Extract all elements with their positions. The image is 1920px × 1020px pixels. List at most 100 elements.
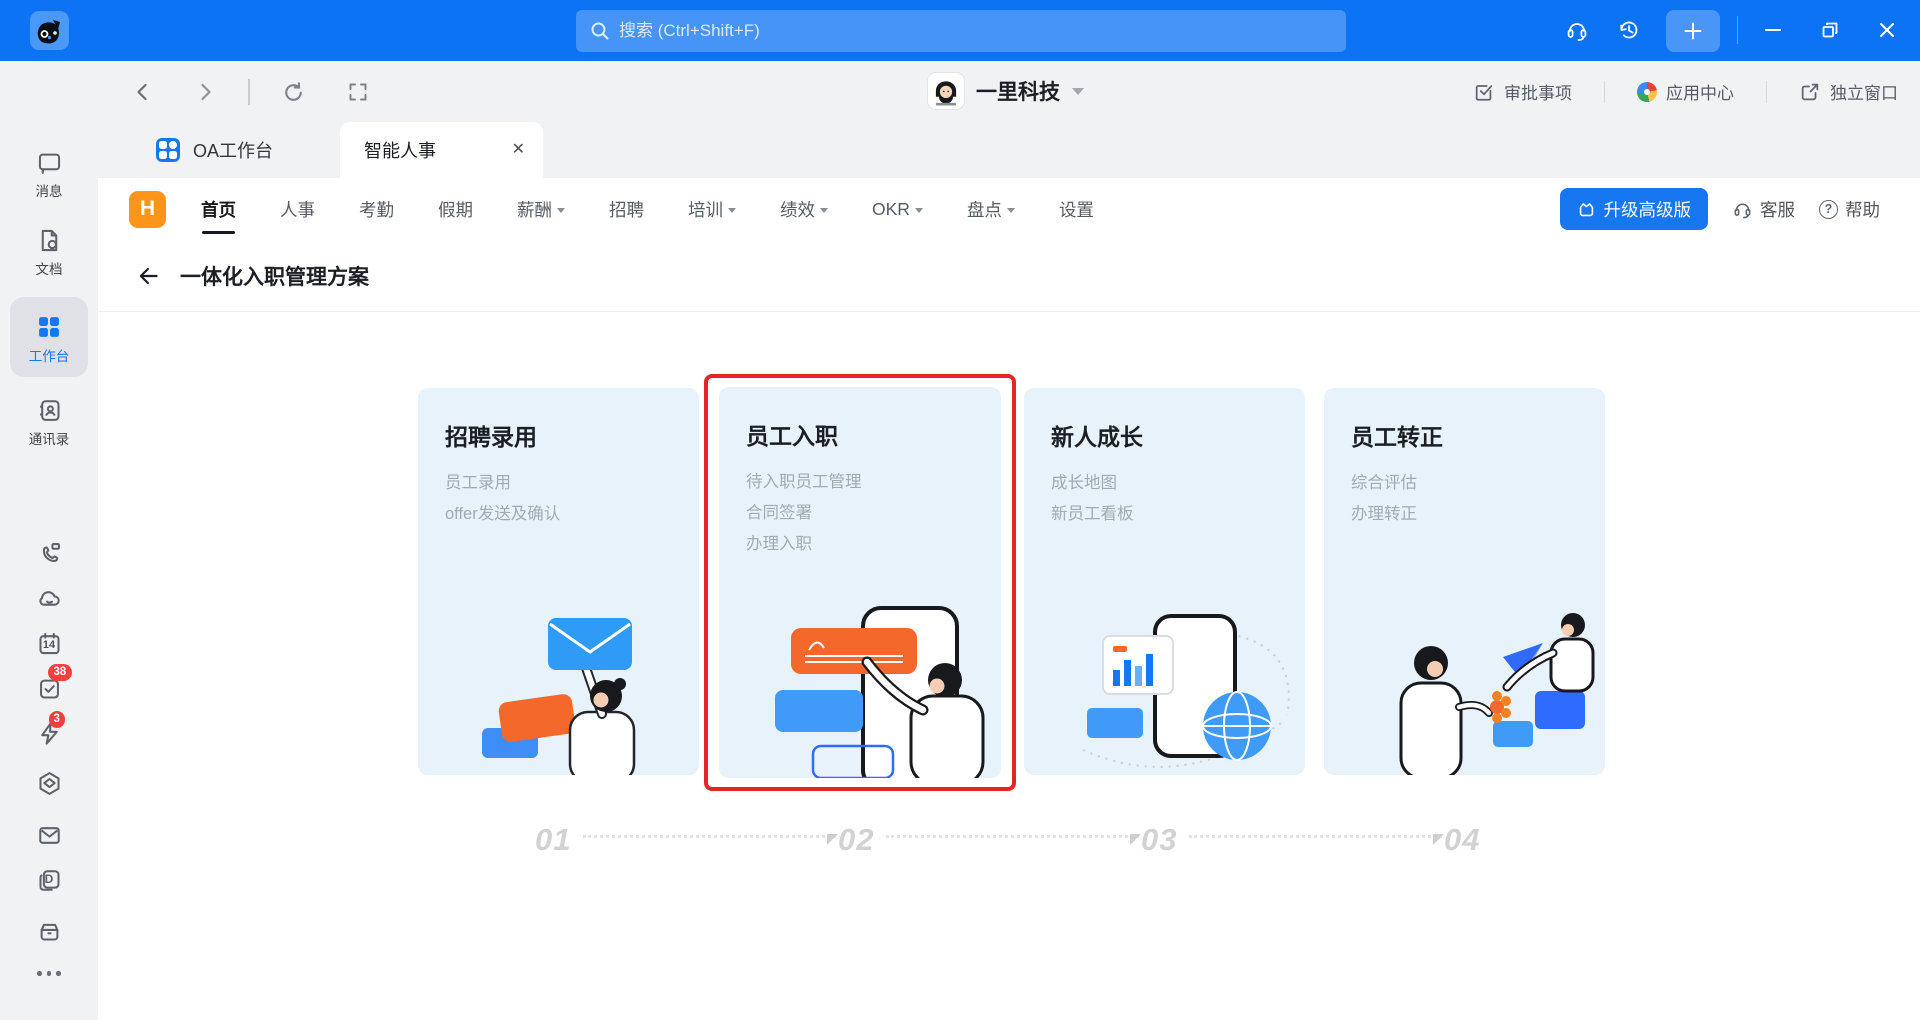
chevron-down-icon (1006, 207, 1015, 217)
org-dropdown-caret (1072, 87, 1084, 101)
onboarding-illustration (775, 606, 985, 778)
search-icon (590, 21, 610, 41)
nav-item-hr[interactable]: 人事 (280, 178, 315, 240)
sidebar-tool-video-call[interactable] (0, 540, 98, 567)
approval-items-link[interactable]: 审批事项 (1467, 79, 1578, 104)
tab-strip: OA工作台 智能人事 ✕ (98, 122, 1920, 178)
upgrade-premium-button[interactable]: 升级高级版 (1559, 188, 1708, 230)
app-center-label: 应用中心 (1666, 84, 1734, 103)
nav-item-okr[interactable]: OKR (872, 178, 923, 240)
sidebar: 消息 文档 工作台 通讯录 14 38 3 D (0, 61, 98, 1020)
back-icon[interactable] (128, 77, 158, 107)
sidebar-tool-projects[interactable] (0, 770, 98, 797)
flash-badge: 3 (48, 711, 65, 728)
sidebar-more-button[interactable] (0, 971, 98, 976)
stack-hexagon-icon (38, 772, 60, 795)
growth-illustration (1082, 614, 1290, 768)
global-search[interactable] (576, 10, 1346, 52)
nav-item-inventory[interactable]: 盘点 (967, 178, 1015, 240)
new-action-button[interactable] (1666, 10, 1720, 52)
sidebar-item-messages[interactable]: 消息 (0, 149, 98, 200)
support-headset-icon (1734, 202, 1751, 218)
sidebar-tool-cloud-disk[interactable] (0, 585, 98, 612)
step-04: 04 (1444, 822, 1481, 857)
back-arrow-icon[interactable] (136, 263, 162, 289)
fullscreen-icon[interactable] (343, 77, 373, 107)
chevron-down-icon (914, 207, 923, 217)
step-connector (583, 834, 838, 845)
close-button[interactable] (1874, 17, 1900, 43)
chevron-down-icon (820, 207, 828, 217)
cloud-icon (38, 591, 60, 606)
hr-app-navbar: H 首页 人事 考勤 假期 薪酬 招聘 培训 绩效 OKR 盘点 设置 升级高级… (98, 178, 1920, 240)
divider (1766, 80, 1767, 103)
sidebar-tool-storage[interactable] (0, 917, 98, 944)
tab-oa-workbench[interactable]: OA工作台 (136, 122, 293, 178)
step-connector (886, 834, 1141, 845)
nav-item-salary[interactable]: 薪酬 (517, 178, 565, 240)
sidebar-tool-dingdocs[interactable]: D (0, 867, 98, 894)
step-connector (1189, 834, 1444, 845)
chevron-down-icon (728, 207, 736, 217)
org-switcher[interactable]: 一里科技 (928, 73, 1084, 109)
card-recruit-hire[interactable]: 招聘录用 员工录用 offer发送及确认 (418, 388, 699, 775)
customer-support-link[interactable]: 客服 (1732, 197, 1795, 222)
forward-icon[interactable] (190, 77, 220, 107)
nav-item-attendance[interactable]: 考勤 (359, 178, 394, 240)
tab-close-icon[interactable]: ✕ (512, 142, 525, 158)
sidebar-tool-calendar[interactable]: 14 (0, 630, 98, 657)
title-bar (0, 0, 1920, 61)
nav-item-leave[interactable]: 假期 (438, 178, 473, 240)
nav-item-settings[interactable]: 设置 (1059, 178, 1094, 240)
workbench-grid-icon (156, 138, 180, 162)
nav-item-home[interactable]: 首页 (201, 178, 236, 240)
sidebar-tool-todo[interactable]: 38 (0, 664, 98, 702)
chevron-down-icon (557, 207, 565, 217)
process-steps: 01 02 03 04 (535, 822, 1725, 858)
sidebar-item-contacts[interactable]: 通讯录 (0, 397, 98, 448)
page-title: 一体化入职管理方案 (180, 265, 369, 289)
sidebar-tool-mail[interactable] (0, 822, 98, 849)
search-input[interactable] (619, 21, 1332, 41)
titlebar-divider (1737, 16, 1738, 44)
mail-icon (38, 827, 60, 844)
tab-smart-hr[interactable]: 智能人事 ✕ (340, 122, 543, 178)
sidebar-tool-flash[interactable]: 3 (0, 711, 98, 747)
step-02: 02 (838, 822, 1141, 858)
recruit-illustration (482, 618, 636, 775)
sidebar-item-docs[interactable]: 文档 (0, 227, 98, 278)
card-newcomer-growth[interactable]: 新人成长 成长地图 新员工看板 (1024, 388, 1305, 775)
step-01: 01 (535, 822, 838, 858)
regularization-illustration (1399, 613, 1595, 775)
step-03: 03 (1141, 822, 1444, 858)
app-window: 一里科技 审批事项 应用中心 独立窗口 (0, 0, 1920, 1020)
refresh-icon[interactable] (278, 77, 308, 107)
workbench-grid-icon (39, 317, 59, 337)
app-center-link[interactable]: 应用中心 (1631, 79, 1740, 104)
restore-button[interactable] (1817, 17, 1843, 43)
nav-item-performance[interactable]: 绩效 (780, 178, 828, 240)
divider (1604, 80, 1605, 103)
minimize-button[interactable] (1760, 17, 1786, 43)
crown-icon (1579, 202, 1593, 216)
standalone-window-label: 独立窗口 (1830, 84, 1898, 103)
help-link[interactable]: ? 帮助 (1819, 197, 1880, 222)
main-content: H 首页 人事 考勤 假期 薪酬 招聘 培训 绩效 OKR 盘点 设置 升级高级… (98, 178, 1920, 1020)
chat-bubble-icon (38, 153, 60, 174)
more-dots-icon (37, 971, 61, 976)
standalone-window-link[interactable]: 独立窗口 (1793, 79, 1904, 104)
question-icon: ? (1819, 199, 1838, 219)
app-center-icon (1637, 81, 1657, 102)
hr-app-logo: H (129, 190, 166, 228)
card-employee-onboarding[interactable]: 员工入职 待入职员工管理 合同签署 办理入职 (719, 387, 1001, 778)
external-window-icon (1799, 81, 1821, 103)
nav-item-training[interactable]: 培训 (688, 178, 736, 240)
nav-item-recruit[interactable]: 招聘 (609, 178, 644, 240)
card-regularization[interactable]: 员工转正 综合评估 办理转正 (1324, 388, 1605, 775)
headset-icon[interactable] (1564, 17, 1590, 43)
sidebar-item-workbench[interactable]: 工作台 (0, 313, 98, 365)
chrome-divider (248, 79, 250, 105)
history-icon[interactable] (1616, 17, 1642, 43)
page-header: 一体化入职管理方案 (98, 240, 1920, 312)
chrome-toolbar: 一里科技 审批事项 应用中心 独立窗口 (0, 61, 1920, 122)
